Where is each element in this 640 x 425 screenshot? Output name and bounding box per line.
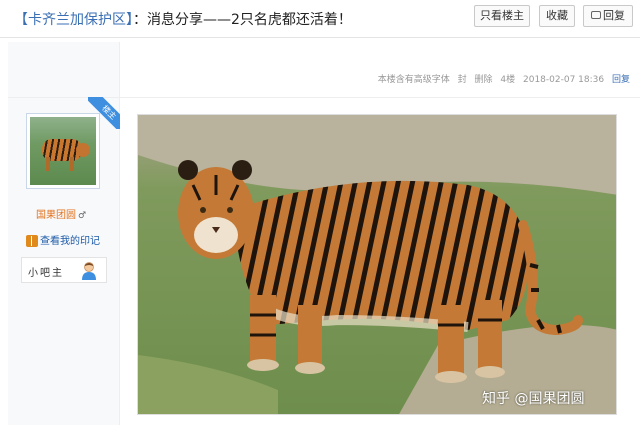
avatar-tiger-image	[30, 117, 96, 185]
reply-button[interactable]: 回复	[583, 5, 633, 27]
delete-link[interactable]: 删除	[475, 75, 493, 85]
comment-icon	[591, 11, 601, 19]
font-info: 本楼含有高级字体	[377, 75, 450, 85]
view-marks-link[interactable]: 查看我的印记	[26, 232, 100, 247]
post-image-tiger[interactable]	[137, 114, 617, 415]
thread-header: 【卡齐兰加保护区】：消息分享——2只名虎都还活着！ 只看楼主 收藏 回复	[0, 0, 640, 38]
role-label: 小吧主	[28, 268, 64, 279]
only-op-button[interactable]: 只看楼主	[474, 5, 530, 27]
thread-title-text: ：消息分享——2只名虎都还活着！	[133, 12, 352, 28]
view-marks-label: 查看我的印记	[40, 236, 100, 247]
forum-tag[interactable]: 【卡齐兰加保护区】	[14, 12, 133, 28]
post-meta: 本楼含有高级字体 封 删除 4楼 2018-02-07 18:36 回复	[373, 72, 630, 85]
tiger-photo	[138, 115, 616, 414]
reply-button-label: 回复	[603, 9, 625, 22]
user-icon	[82, 262, 96, 280]
op-badge-label: 楼主	[88, 97, 120, 129]
role-badge: 小吧主	[21, 257, 107, 283]
author-name-row: 国果团圆 ♂	[36, 206, 86, 221]
thread-title: 【卡齐兰加保护区】：消息分享——2只名虎都还活着！	[14, 9, 352, 29]
seal-link[interactable]: 封	[458, 75, 467, 85]
favorite-button[interactable]: 收藏	[539, 5, 575, 27]
op-badge: 楼主	[88, 97, 120, 129]
post-timestamp: 2018-02-07 18:36	[523, 75, 605, 85]
male-icon: ♂	[78, 211, 87, 221]
post-reply-link[interactable]: 回复	[612, 75, 630, 85]
watermark: 知乎 @国果团圆	[482, 391, 585, 407]
floor-number: 4楼	[500, 75, 516, 85]
book-icon	[26, 235, 38, 247]
author-name[interactable]: 国果团圆	[36, 210, 76, 221]
